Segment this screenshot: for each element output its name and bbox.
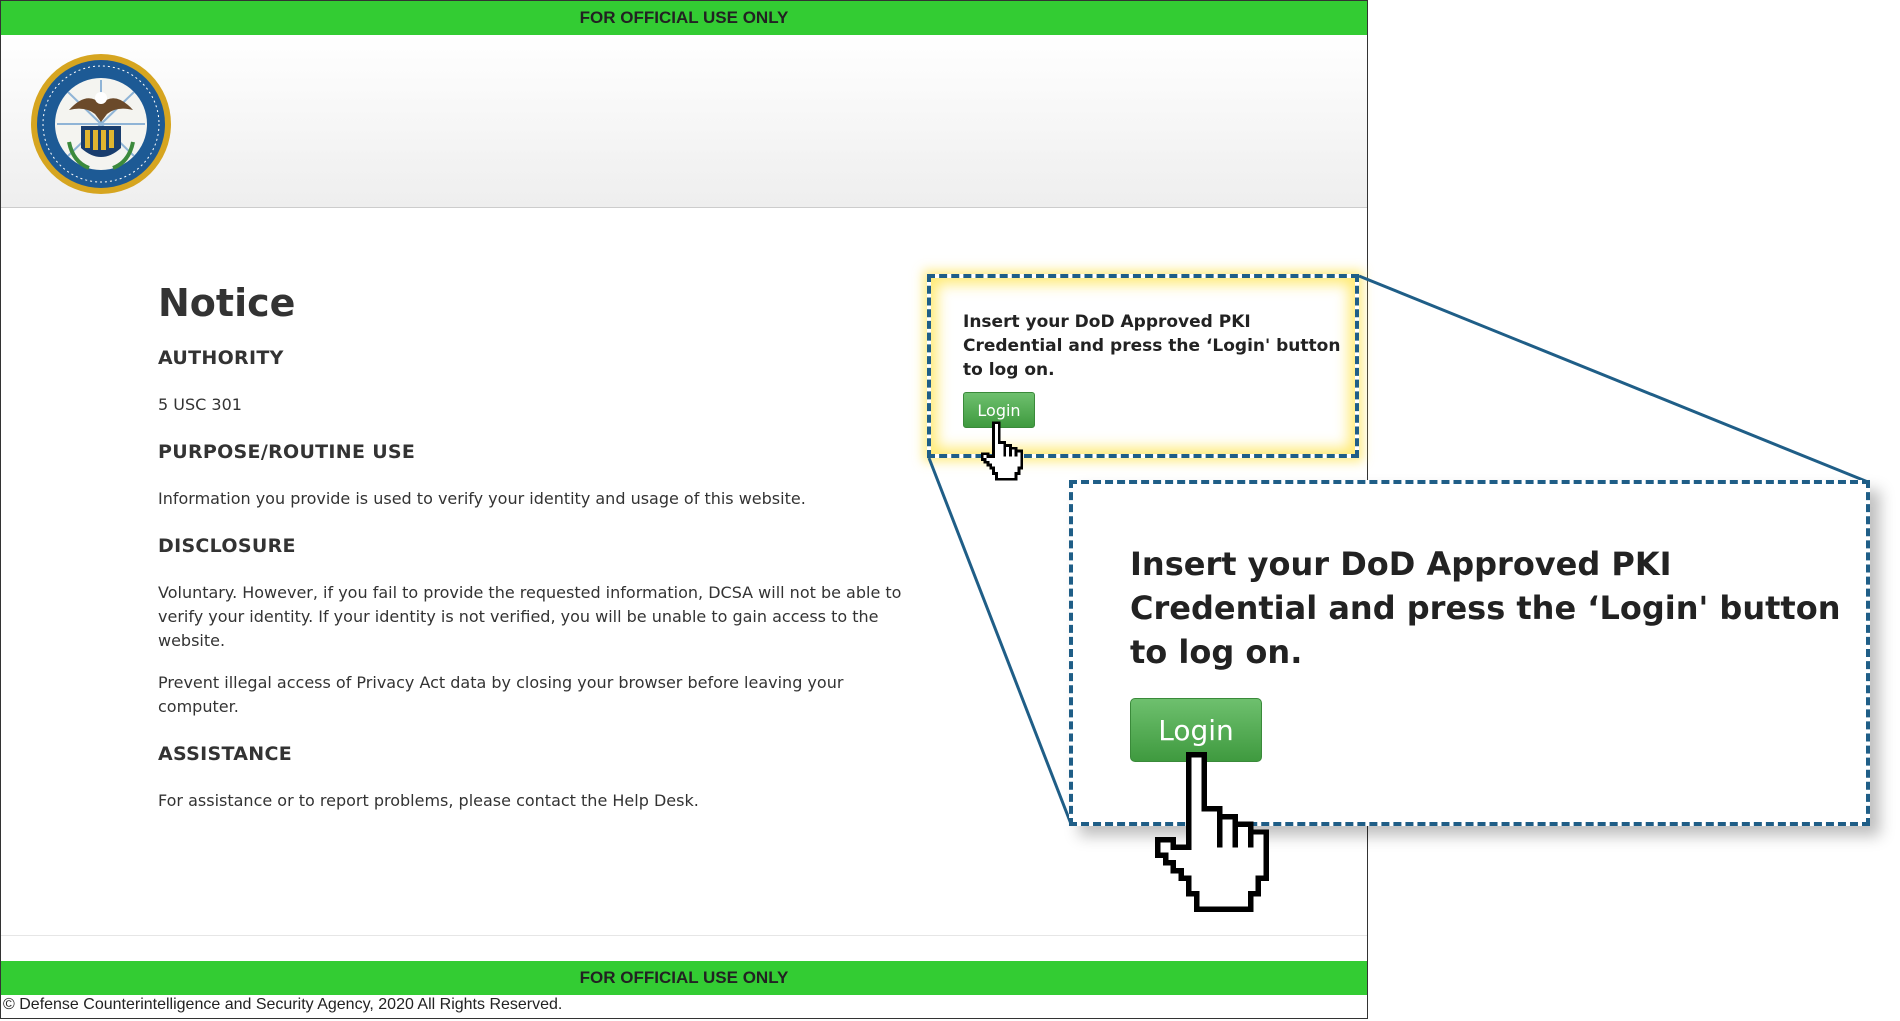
purpose-text: Information you provide is used to verif… bbox=[158, 489, 806, 508]
zoomed-hand-pointer-cursor-icon bbox=[1155, 752, 1269, 912]
section-heading-assistance: ASSISTANCE bbox=[158, 743, 292, 765]
login-instruction: Insert your DoD Approved PKI Credential … bbox=[963, 312, 1341, 380]
authority-text: 5 USC 301 bbox=[158, 395, 242, 414]
notice-title: Notice bbox=[158, 281, 296, 325]
section-heading-purpose: PURPOSE/ROUTINE USE bbox=[158, 441, 416, 463]
privacy-notice: Notice AUTHORITY 5 USC 301 PURPOSE/ROUTI… bbox=[158, 281, 928, 813]
official-use-banner-bottom: FOR OFFICIAL USE ONLY bbox=[1, 961, 1367, 995]
section-heading-authority: AUTHORITY bbox=[158, 347, 284, 369]
copyright-text: © Defense Counterintelligence and Securi… bbox=[3, 996, 563, 1013]
disclosure-text: Voluntary. However, if you fail to provi… bbox=[158, 583, 902, 650]
hand-pointer-cursor-icon bbox=[980, 421, 1024, 481]
disclosure-warning-text: Prevent illegal access of Privacy Act da… bbox=[158, 673, 844, 716]
zoomed-login-instruction: Insert your DoD Approved PKI Credential … bbox=[1130, 545, 1841, 671]
footer-divider bbox=[1, 935, 1367, 936]
official-use-banner-top: FOR OFFICIAL USE ONLY bbox=[1, 1, 1367, 35]
dcsa-seal-icon bbox=[31, 54, 171, 194]
site-header bbox=[1, 35, 1367, 208]
assistance-text: For assistance or to report problems, pl… bbox=[158, 791, 699, 810]
section-heading-disclosure: DISCLOSURE bbox=[158, 535, 296, 557]
